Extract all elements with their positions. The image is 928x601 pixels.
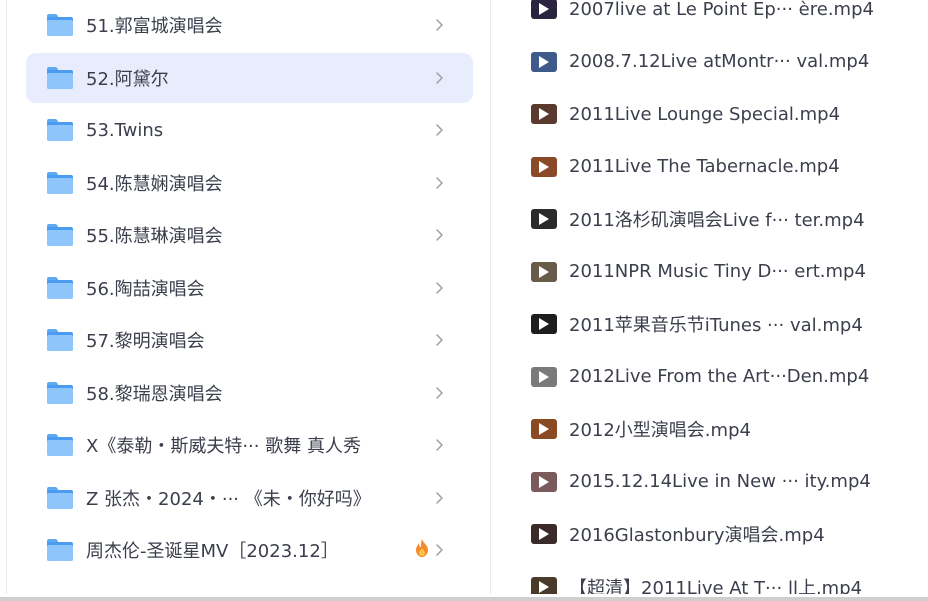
play-icon: [539, 370, 549, 383]
video-file-row[interactable]: 2011洛杉矶演唱会Live f··· ter.mp4: [531, 204, 921, 234]
file-name: 2008.7.12Live atMontr··· val.mp4: [569, 51, 870, 72]
folder-row[interactable]: X《泰勒・斯威夫特··· 歌舞 真人秀: [26, 420, 473, 470]
file-name: 2011苹果音乐节iTunes ··· val.mp4: [569, 315, 863, 336]
file-name: 2011NPR Music Tiny D··· ert.mp4: [569, 261, 866, 282]
folder-icon: [47, 539, 73, 561]
folder-icon: [47, 276, 73, 299]
folder-icon: [47, 329, 73, 351]
file-name: 2012Live From the Art···Den.mp4: [569, 366, 870, 387]
video-thumbnail-icon: [531, 366, 557, 387]
file-name: 2016Glastonbury演唱会.mp4: [569, 525, 825, 546]
chevron-right-icon: [429, 120, 449, 140]
video-thumbnail-icon: [531, 576, 557, 594]
folder-icon: [47, 486, 73, 509]
folder-name: 周杰伦-圣诞星MV［2023.12］: [86, 541, 339, 562]
chevron-right-icon: [429, 488, 449, 508]
folder-name: 53.Twins: [86, 119, 164, 141]
chevron-right-icon: [429, 278, 449, 298]
video-thumbnail-icon: [531, 524, 557, 544]
video-file-row[interactable]: 2012Live From the Art···Den.mp4: [531, 362, 921, 392]
file-list: 2007live at Le Point Ep··· ère.mp4 2008.7…: [491, 0, 928, 594]
folder-name: 52.阿黛尔: [86, 68, 169, 90]
folder-name: 58.黎瑞恩演唱会: [86, 383, 223, 405]
file-name: 【超清】2011Live At T··· ll上.mp4: [569, 577, 863, 595]
play-icon: [539, 528, 549, 540]
video-thumbnail-icon: [531, 209, 557, 229]
folder-icon: [47, 381, 73, 404]
video-file-row[interactable]: 2007live at Le Point Ep··· ère.mp4: [531, 0, 921, 24]
video-file-row[interactable]: 2011Live The Tabernacle.mp4: [531, 152, 921, 182]
chevron-right-icon: [429, 540, 449, 560]
folder-row[interactable]: 周杰伦-圣诞星MV［2023.12］: [26, 525, 473, 575]
play-icon: [539, 318, 549, 330]
video-file-row[interactable]: 【超清】2011Live At T··· ll上.mp4: [531, 572, 921, 595]
video-file-row[interactable]: 2008.7.12Live atMontr··· val.mp4: [531, 47, 921, 77]
folder-name: 57.黎明演唱会: [86, 331, 205, 352]
folder-row[interactable]: 53.Twins: [26, 105, 473, 155]
folder-row[interactable]: Z 张杰・2024・··· 《未・你好吗》: [26, 473, 473, 523]
chevron-right-icon: [429, 435, 449, 455]
chevron-right-icon: [429, 330, 449, 350]
video-file-row[interactable]: 2011Live Lounge Special.mp4: [531, 99, 921, 129]
video-thumbnail-icon: [531, 314, 557, 334]
play-icon: [539, 423, 549, 435]
play-icon: [539, 580, 549, 593]
video-file-row[interactable]: 2016Glastonbury演唱会.mp4: [531, 519, 921, 549]
folder-row[interactable]: 58.黎瑞恩演唱会: [26, 368, 473, 418]
play-icon: [539, 3, 549, 15]
folder-row[interactable]: 54.陈慧娴演唱会: [26, 158, 473, 208]
folder-row[interactable]: 57.黎明演唱会: [26, 315, 473, 365]
chevron-right-icon: [429, 383, 449, 403]
folder-icon: [47, 434, 73, 456]
folder-name: 54.陈慧娴演唱会: [86, 173, 223, 195]
video-file-row[interactable]: 2011NPR Music Tiny D··· ert.mp4: [531, 257, 921, 287]
video-thumbnail-icon: [531, 51, 557, 72]
folder-name: 55.陈慧琳演唱会: [86, 226, 223, 247]
folder-row[interactable]: 55.陈慧琳演唱会: [26, 210, 473, 260]
chevron-right-icon: [429, 68, 449, 88]
folder-list: 51.郭富城演唱会 52.阿黛尔 53.Twins 54.陈慧娴演唱会 55.陈慧琳演唱…: [0, 0, 490, 594]
video-thumbnail-icon: [531, 0, 557, 19]
play-icon: [539, 213, 549, 225]
horizontal-scrollbar[interactable]: [0, 597, 928, 601]
fire-icon: [415, 539, 429, 561]
folder-name: X《泰勒・斯威夫特··· 歌舞 真人秀: [86, 436, 361, 457]
file-name: 2012小型演唱会.mp4: [569, 420, 751, 441]
folder-icon: [47, 171, 73, 194]
folder-row[interactable]: 56.陶喆演唱会: [26, 263, 473, 313]
play-icon: [539, 108, 549, 120]
folder-icon: [47, 119, 73, 141]
folder-row[interactable]: 52.阿黛尔: [26, 52, 473, 103]
file-name: 2015.12.14Live in New ··· ity.mp4: [569, 471, 871, 492]
video-file-row[interactable]: 2012小型演唱会.mp4: [531, 414, 921, 444]
folder-row[interactable]: 51.郭富城演唱会: [26, 0, 473, 50]
video-file-row[interactable]: 2011苹果音乐节iTunes ··· val.mp4: [531, 309, 921, 339]
video-thumbnail-icon: [531, 419, 557, 439]
file-name: 2011洛杉矶演唱会Live f··· ter.mp4: [569, 210, 865, 231]
folder-icon: [47, 14, 73, 36]
play-icon: [539, 55, 549, 68]
play-icon: [539, 475, 549, 488]
video-thumbnail-icon: [531, 104, 557, 124]
file-name: 2007live at Le Point Ep··· ère.mp4: [569, 0, 874, 20]
folder-icon: [47, 66, 73, 89]
folder-name: 51.郭富城演唱会: [86, 16, 223, 37]
play-icon: [539, 265, 549, 278]
file-name: 2011Live The Tabernacle.mp4: [569, 156, 840, 177]
chevron-right-icon: [429, 15, 449, 35]
folder-name: Z 张杰・2024・··· 《未・你好吗》: [86, 488, 371, 510]
chevron-right-icon: [429, 225, 449, 245]
chevron-right-icon: [429, 173, 449, 193]
file-name: 2011Live Lounge Special.mp4: [569, 103, 841, 125]
video-file-row[interactable]: 2015.12.14Live in New ··· ity.mp4: [531, 467, 921, 497]
video-thumbnail-icon: [531, 471, 557, 492]
folder-name: 56.陶喆演唱会: [86, 278, 205, 300]
video-thumbnail-icon: [531, 261, 557, 282]
play-icon: [539, 160, 549, 173]
folder-icon: [47, 224, 73, 246]
video-thumbnail-icon: [531, 156, 557, 177]
